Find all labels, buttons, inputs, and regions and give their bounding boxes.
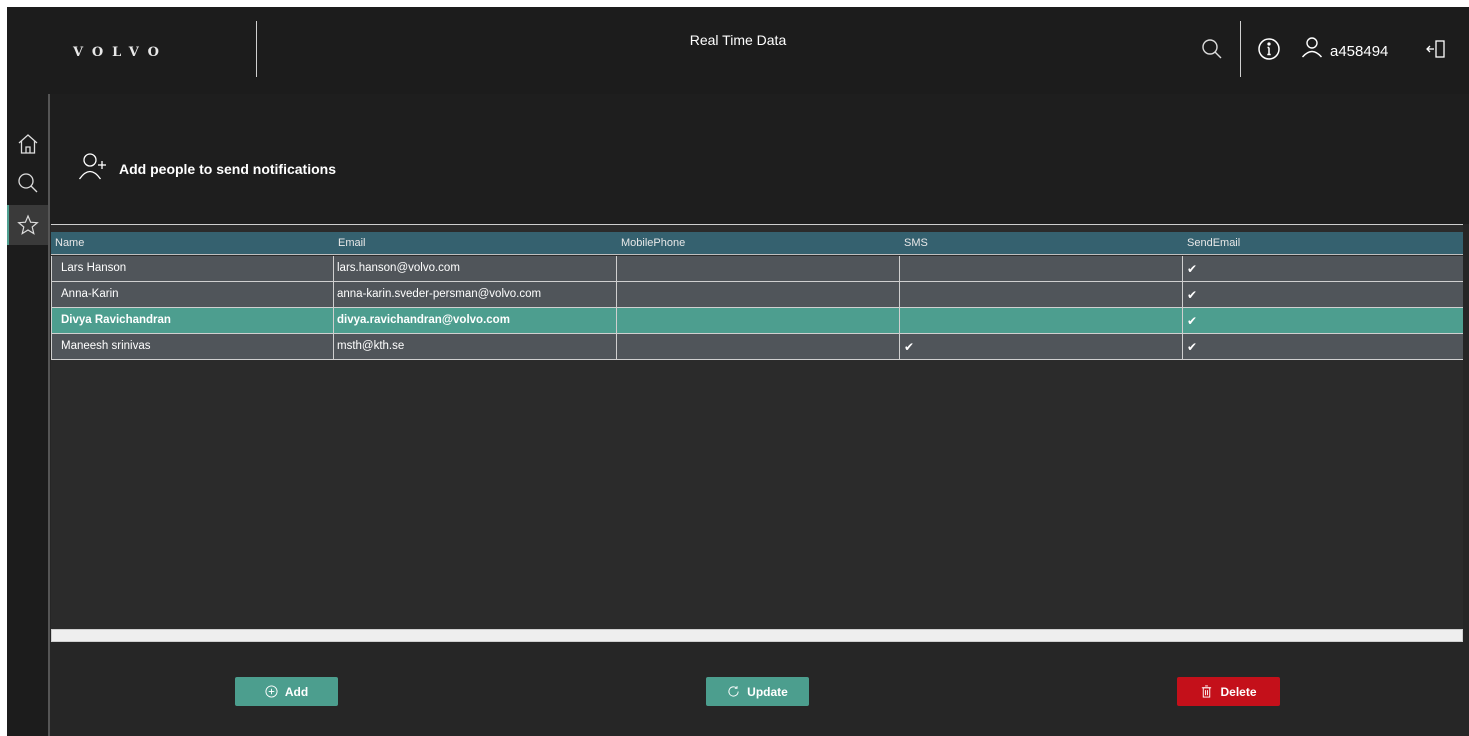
sidebar bbox=[7, 94, 50, 736]
people-grid: Name Email MobilePhone SMS SendEmail Lar… bbox=[51, 224, 1463, 629]
cell-mobilephone[interactable] bbox=[617, 308, 900, 334]
cell-sms[interactable] bbox=[900, 282, 1183, 308]
add-button[interactable]: Add bbox=[235, 677, 338, 706]
cell-name[interactable]: Anna-Karin bbox=[51, 282, 334, 308]
update-button[interactable]: Update bbox=[706, 677, 809, 706]
column-header-mobilephone[interactable]: MobilePhone bbox=[617, 232, 900, 255]
cell-mobilephone[interactable] bbox=[617, 334, 900, 360]
cell-name[interactable]: Maneesh srinivas bbox=[51, 334, 334, 360]
cell-sms[interactable] bbox=[900, 308, 1183, 334]
column-header-email[interactable]: Email bbox=[334, 232, 617, 255]
cell-name[interactable]: Lars Hanson bbox=[51, 256, 334, 282]
table-row-selected[interactable]: Divya Ravichandran divya.ravichandran@vo… bbox=[51, 308, 1463, 334]
grid-body: Lars Hanson lars.hanson@volvo.com ✔ Anna… bbox=[51, 256, 1463, 360]
page-title: Add people to send notifications bbox=[119, 161, 336, 177]
username[interactable]: a458494 bbox=[1330, 43, 1388, 60]
app-window: VOLVO Real Time Data a458494 Add people … bbox=[7, 7, 1469, 736]
cell-email[interactable]: msth@kth.se bbox=[334, 334, 617, 360]
app-title: Real Time Data bbox=[689, 32, 787, 48]
cell-email[interactable]: lars.hanson@volvo.com bbox=[334, 256, 617, 282]
search-icon[interactable] bbox=[1200, 37, 1224, 61]
horizontal-scrollbar[interactable] bbox=[51, 629, 1463, 642]
column-header-sendemail[interactable]: SendEmail bbox=[1183, 232, 1463, 255]
sidebar-item-favorites[interactable] bbox=[7, 205, 48, 245]
table-row[interactable]: Lars Hanson lars.hanson@volvo.com ✔ bbox=[51, 256, 1463, 282]
logo-divider bbox=[256, 21, 257, 77]
table-row[interactable]: Maneesh srinivas msth@kth.se ✔ ✔ bbox=[51, 334, 1463, 360]
info-icon[interactable] bbox=[1257, 37, 1281, 61]
update-button-label: Update bbox=[747, 684, 788, 699]
top-bar: VOLVO Real Time Data a458494 bbox=[7, 7, 1469, 94]
add-person-icon bbox=[78, 152, 108, 180]
cell-email[interactable]: anna-karin.sveder-persman@volvo.com bbox=[334, 282, 617, 308]
delete-button-label: Delete bbox=[1220, 684, 1257, 699]
cell-sms[interactable] bbox=[900, 256, 1183, 282]
logout-icon[interactable] bbox=[1425, 38, 1447, 60]
cell-sendemail[interactable]: ✔ bbox=[1183, 256, 1463, 282]
sidebar-item-search[interactable] bbox=[7, 163, 48, 203]
cell-sendemail[interactable]: ✔ bbox=[1183, 308, 1463, 334]
cell-mobilephone[interactable] bbox=[617, 256, 900, 282]
add-button-label: Add bbox=[284, 684, 309, 699]
sidebar-item-home[interactable] bbox=[7, 124, 48, 164]
cell-mobilephone[interactable] bbox=[617, 282, 900, 308]
column-header-sms[interactable]: SMS bbox=[900, 232, 1183, 255]
delete-button[interactable]: Delete bbox=[1177, 677, 1280, 706]
cell-name[interactable]: Divya Ravichandran bbox=[51, 308, 334, 334]
main-content: Add people to send notifications Name Em… bbox=[50, 94, 1469, 736]
user-icon[interactable] bbox=[1300, 35, 1324, 59]
plus-circle-icon bbox=[265, 685, 278, 698]
table-row[interactable]: Anna-Karin anna-karin.sveder-persman@vol… bbox=[51, 282, 1463, 308]
column-header-name[interactable]: Name bbox=[51, 232, 334, 255]
page-header: Add people to send notifications bbox=[50, 94, 1469, 224]
refresh-icon bbox=[728, 686, 739, 697]
cell-sendemail[interactable]: ✔ bbox=[1183, 282, 1463, 308]
header-divider bbox=[1240, 21, 1241, 77]
cell-email[interactable]: divya.ravichandran@volvo.com bbox=[334, 308, 617, 334]
trash-icon bbox=[1202, 685, 1212, 698]
grid-header-row: Name Email MobilePhone SMS SendEmail bbox=[51, 232, 1463, 255]
cell-sms[interactable]: ✔ bbox=[900, 334, 1183, 360]
cell-sendemail[interactable]: ✔ bbox=[1183, 334, 1463, 360]
